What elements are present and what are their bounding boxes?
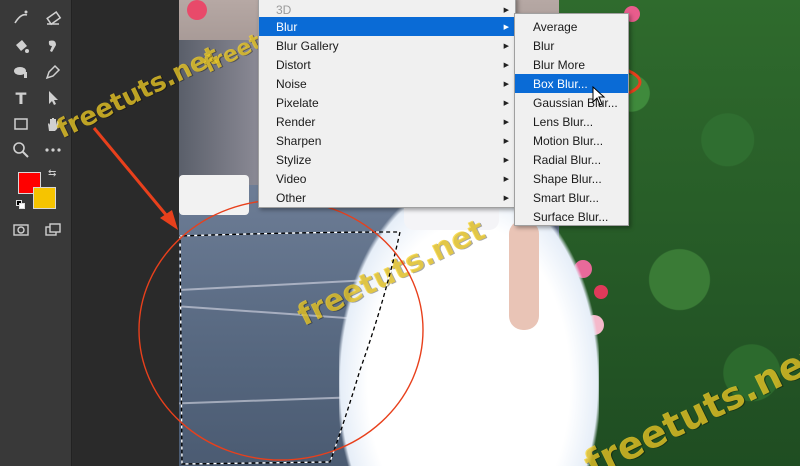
submenu-arrow-icon: ▶ [503,174,509,183]
blur-submenu: Average Blur Blur More Box Blur... Gauss… [514,13,629,226]
menu-item-label: Lens Blur... [533,114,594,129]
more-icon[interactable] [42,140,64,160]
submenu-item-gaussian-blur[interactable]: Gaussian Blur... [515,93,628,112]
mouse-cursor-icon [592,86,606,106]
menu-item-label: 3D [276,2,292,17]
submenu-arrow-icon: ▶ [503,5,509,14]
menu-item-label: Box Blur... [533,76,588,91]
path-select-icon[interactable] [42,88,64,108]
eraser-icon[interactable] [42,8,64,28]
quick-mask-icon[interactable] [10,220,32,240]
paint-bucket-icon[interactable] [10,36,32,56]
submenu-item-average[interactable]: Average [515,17,628,36]
zoom-icon[interactable] [10,140,32,160]
filter-menu: 3D ▶ Blur ▶ Blur Gallery ▶ Distort ▶ Noise ▶ … [258,0,516,208]
menu-item-label: Motion Blur... [533,133,604,148]
submenu-item-radial-blur[interactable]: Radial Blur... [515,150,628,169]
photo-table [179,175,249,215]
type-tool-icon[interactable]: T [10,88,32,108]
default-colors-icon[interactable] [16,200,26,210]
submenu-item-blur-more[interactable]: Blur More [515,55,628,74]
menu-item-blur-gallery[interactable]: Blur Gallery ▶ [259,36,515,55]
menu-item-video[interactable]: Video ▶ [259,169,515,188]
menu-item-label: Video [276,171,307,186]
menu-item-label: Blur Gallery [276,38,339,53]
submenu-arrow-icon: ▶ [503,22,509,31]
submenu-item-lens-blur[interactable]: Lens Blur... [515,112,628,131]
menu-item-render[interactable]: Render ▶ [259,112,515,131]
background-color-swatch[interactable] [33,187,56,209]
menu-item-label: Surface Blur... [533,209,609,224]
photo-lantern [187,0,207,20]
menu-item-label: Radial Blur... [533,152,602,167]
submenu-arrow-icon: ▶ [503,136,509,145]
submenu-arrow-icon: ▶ [503,155,509,164]
menu-item-label: Blur [533,38,555,53]
menu-item-label: Noise [276,76,307,91]
menu-item-label: Distort [276,57,311,72]
menu-item-label: Sharpen [276,133,322,148]
submenu-item-shape-blur[interactable]: Shape Blur... [515,169,628,188]
submenu-arrow-icon: ▶ [503,60,509,69]
menu-item-label: Blur More [533,57,586,72]
menu-item-blur[interactable]: Blur ▶ [259,17,515,36]
menu-item-other[interactable]: Other ▶ [259,188,515,207]
photo-arm [509,220,539,330]
menu-item-label: Render [276,114,316,129]
submenu-arrow-icon: ▶ [503,193,509,202]
tools-panel: T ⇆ [0,0,72,466]
lasso-sparkle-icon[interactable] [10,8,32,28]
menu-item-noise[interactable]: Noise ▶ [259,74,515,93]
dodge-icon[interactable] [10,62,32,82]
submenu-arrow-icon: ▶ [503,79,509,88]
menu-item-label: Shape Blur... [533,171,602,186]
submenu-item-surface-blur[interactable]: Surface Blur... [515,207,628,226]
menu-item-label: Pixelate [276,95,319,110]
submenu-item-box-blur[interactable]: Box Blur... [515,74,628,93]
submenu-item-motion-blur[interactable]: Motion Blur... [515,131,628,150]
menu-item-stylize[interactable]: Stylize ▶ [259,150,515,169]
submenu-arrow-icon: ▶ [503,41,509,50]
menu-item-label: Other [276,190,307,205]
menu-item-label: Blur [276,19,298,34]
menu-item-label: Smart Blur... [533,190,600,205]
submenu-item-smart-blur[interactable]: Smart Blur... [515,188,628,207]
menu-item-label: Stylize [276,152,312,167]
submenu-arrow-icon: ▶ [503,117,509,126]
smudge-icon[interactable] [42,36,64,56]
menu-item-pixelate[interactable]: Pixelate ▶ [259,93,515,112]
rectangle-icon[interactable] [10,114,32,134]
menu-item-label: Average [533,19,578,34]
menu-item-sharpen[interactable]: Sharpen ▶ [259,131,515,150]
submenu-arrow-icon: ▶ [503,98,509,107]
pen-icon[interactable] [42,62,64,82]
swap-colors-icon[interactable]: ⇆ [48,168,60,180]
menu-item-distort[interactable]: Distort ▶ [259,55,515,74]
submenu-item-blur[interactable]: Blur [515,36,628,55]
screen-mode-icon[interactable] [42,220,64,240]
